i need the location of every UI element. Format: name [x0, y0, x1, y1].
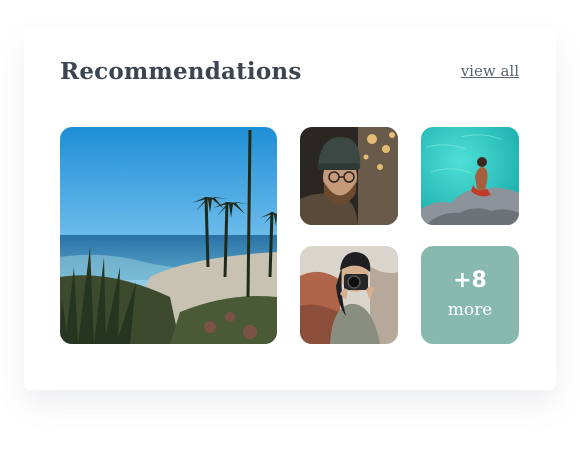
photo-photographer[interactable]	[300, 246, 398, 344]
more-photos-button[interactable]: +8 more	[421, 246, 519, 344]
view-all-link[interactable]: view all	[461, 62, 519, 80]
person-on-rocks-image	[421, 127, 519, 225]
man-beanie-portrait-image	[300, 127, 398, 225]
section-title: Recommendations	[60, 58, 302, 85]
photo-person-on-rocks[interactable]	[421, 127, 519, 225]
photo-man-beanie[interactable]	[300, 127, 398, 225]
more-count: +8	[453, 268, 487, 293]
coastal-palms-image	[60, 127, 277, 344]
more-label: more	[447, 300, 493, 320]
photographer-camera-image	[300, 246, 398, 344]
photo-coastal-palms[interactable]	[60, 127, 277, 344]
